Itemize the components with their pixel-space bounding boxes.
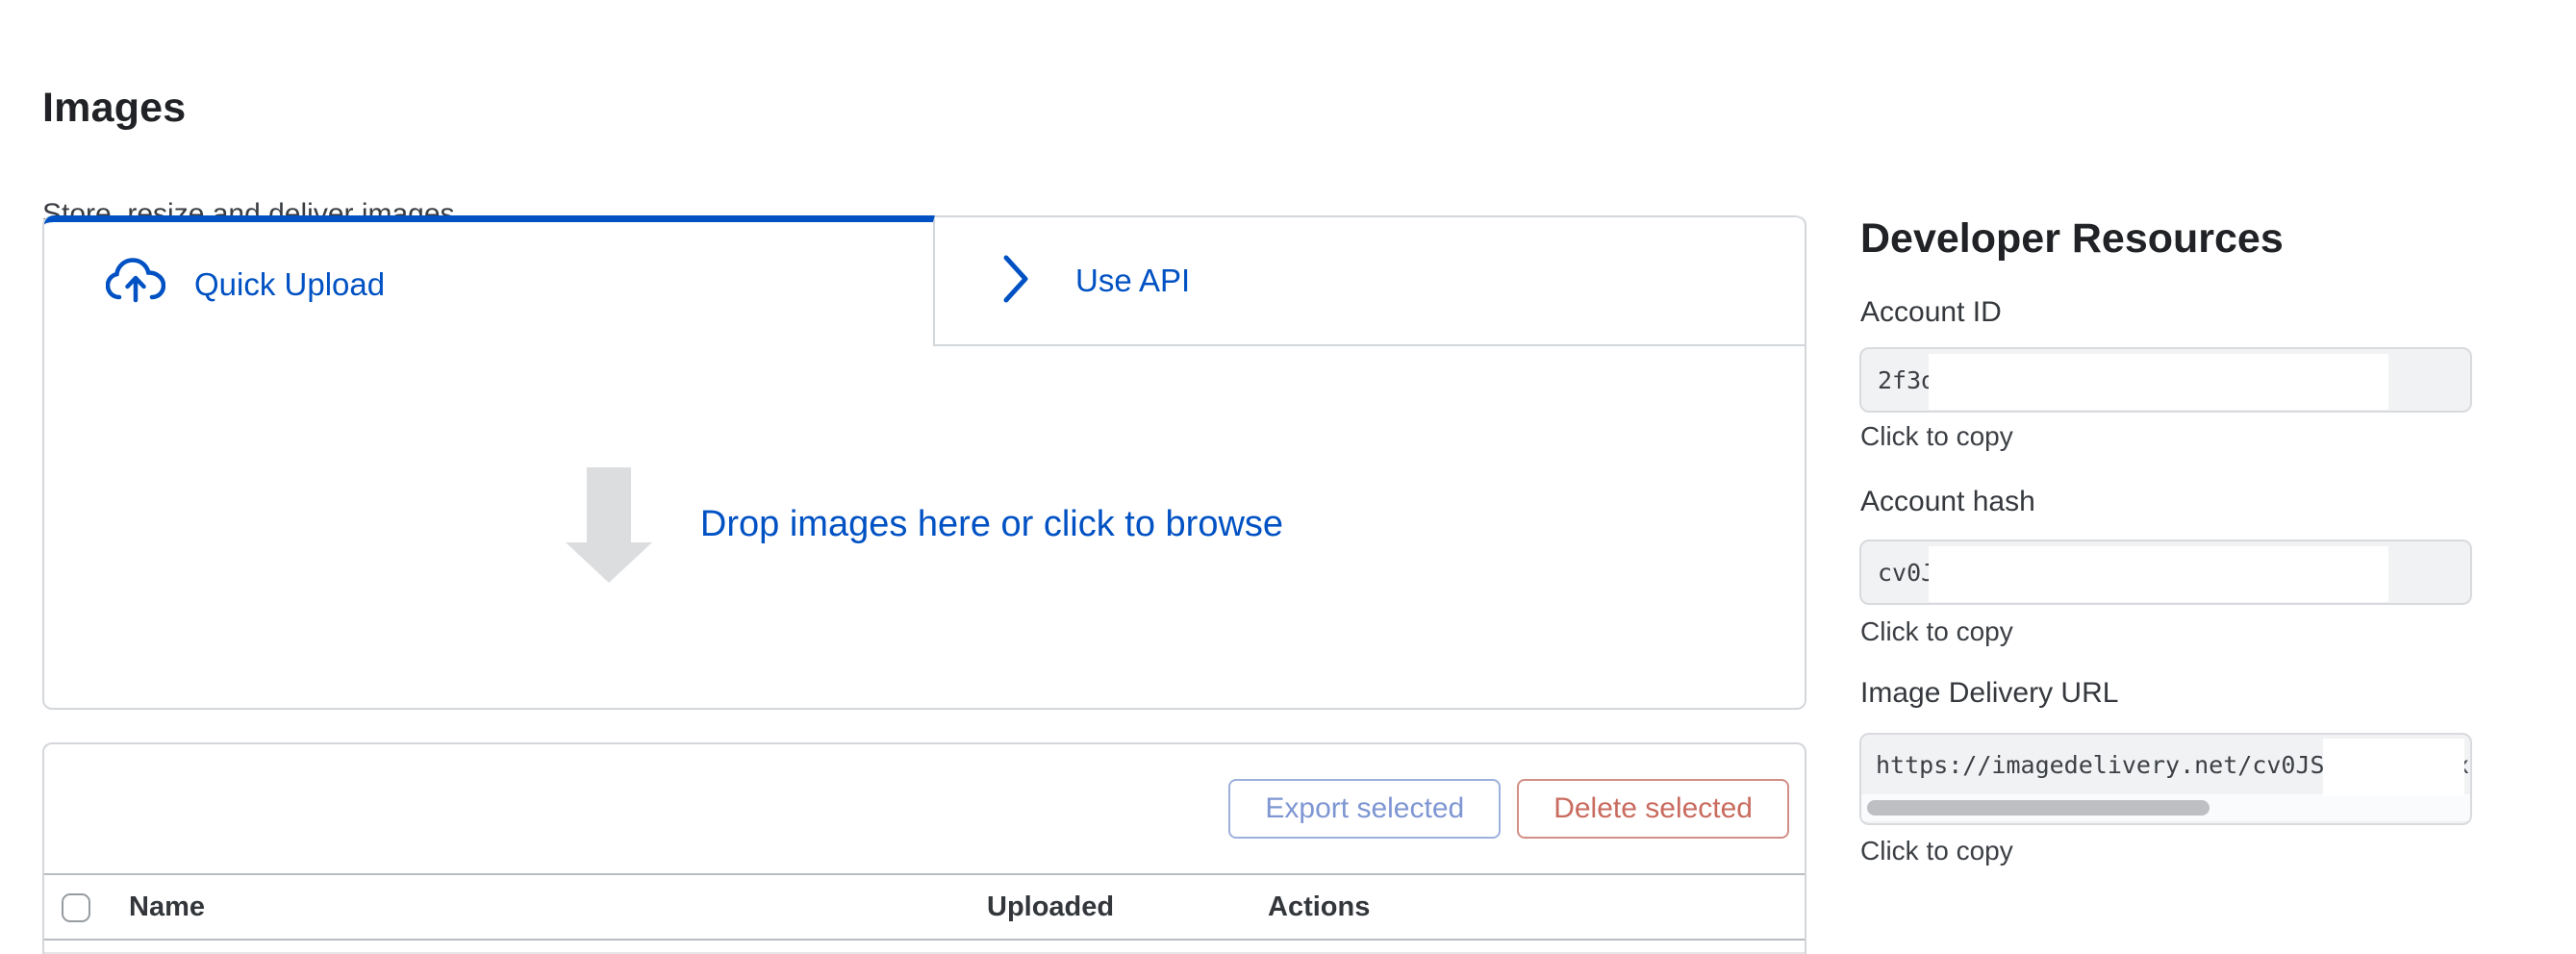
account-id-label: Account ID bbox=[1860, 296, 2002, 329]
image-delivery-url-label: Image Delivery URL bbox=[1860, 677, 2118, 710]
redaction-overlay bbox=[1929, 354, 2388, 410]
table-header-row: Name Uploaded Actions bbox=[44, 873, 1805, 941]
account-id-field[interactable]: 2f3d bbox=[1859, 347, 2472, 413]
select-all-checkbox[interactable] bbox=[62, 893, 90, 922]
developer-resources-heading: Developer Resources bbox=[1860, 215, 2284, 263]
account-hash-label: Account hash bbox=[1860, 486, 2035, 518]
horizontal-scrollbar bbox=[1861, 794, 2470, 821]
image-delivery-url-copy-hint: Click to copy bbox=[1860, 836, 2013, 866]
tab-use-api-label: Use API bbox=[1075, 263, 1190, 299]
image-delivery-url-field[interactable]: https://imagedelivery.net/cv0JSjxxxxxxxx… bbox=[1859, 733, 2472, 825]
column-header-name: Name bbox=[129, 875, 205, 939]
arrow-down-icon bbox=[566, 467, 652, 583]
upload-card: Quick Upload Use API Drop images here or… bbox=[42, 215, 1806, 710]
account-hash-copy-hint: Click to copy bbox=[1860, 616, 2013, 647]
table-row bbox=[44, 941, 1805, 954]
image-list-card: Export selected Delete selected Name Upl… bbox=[42, 742, 1806, 954]
images-page: Images Store, resize and deliver images … bbox=[0, 0, 2576, 954]
scrollbar-thumb[interactable] bbox=[1867, 800, 2210, 816]
tab-quick-upload[interactable]: Quick Upload bbox=[44, 215, 935, 346]
cloud-upload-icon bbox=[106, 258, 165, 311]
redaction-overlay bbox=[2323, 739, 2464, 796]
page-title: Images bbox=[42, 85, 186, 132]
column-header-actions: Actions bbox=[1268, 875, 1370, 939]
column-header-uploaded: Uploaded bbox=[987, 875, 1114, 939]
tab-bar: Quick Upload Use API bbox=[44, 215, 1805, 346]
image-dropzone[interactable]: Drop images here or click to browse bbox=[44, 346, 1805, 703]
export-selected-button[interactable]: Export selected bbox=[1228, 779, 1501, 839]
tab-quick-upload-label: Quick Upload bbox=[194, 266, 385, 303]
account-hash-field[interactable]: cv0J bbox=[1859, 540, 2472, 605]
list-toolbar: Export selected Delete selected bbox=[44, 744, 1805, 873]
delete-selected-button[interactable]: Delete selected bbox=[1517, 779, 1789, 839]
tab-use-api[interactable]: Use API bbox=[935, 215, 1805, 346]
chevron-right-icon bbox=[1002, 254, 1029, 309]
redaction-overlay bbox=[1929, 546, 2388, 602]
account-id-copy-hint: Click to copy bbox=[1860, 421, 2013, 452]
dropzone-label: Drop images here or click to browse bbox=[700, 504, 1283, 545]
